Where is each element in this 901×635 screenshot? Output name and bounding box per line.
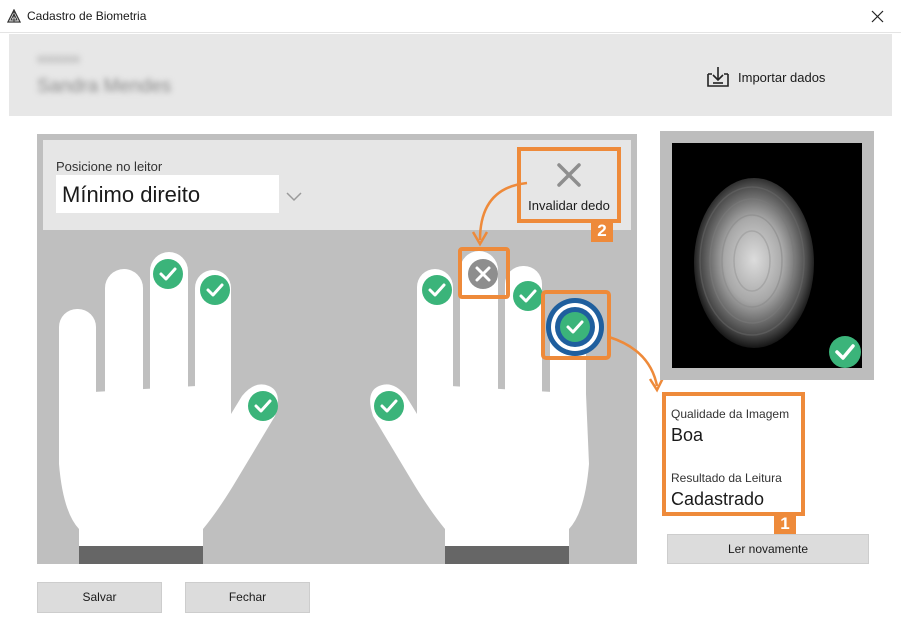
invalidate-finger-label: Invalidar dedo — [528, 198, 610, 213]
close-icon — [871, 10, 884, 23]
right-thumb[interactable] — [374, 391, 404, 421]
position-label: Posicione no leitor — [56, 159, 163, 174]
user-code: 0000000 — [37, 54, 80, 66]
import-data-button[interactable]: Importar dados — [706, 64, 856, 90]
finger-select-value: Mínimo direito — [62, 182, 201, 207]
callout-badge-1: 1 — [774, 513, 796, 535]
quality-label: Qualidade da Imagem — [671, 407, 790, 421]
check-circle-icon — [200, 275, 230, 305]
invalidate-finger-button[interactable]: Invalidar dedo — [517, 147, 621, 223]
quality-value: Boa — [671, 425, 704, 445]
check-circle-icon — [560, 312, 590, 342]
check-circle-icon — [829, 336, 861, 368]
read-result-value: Cadastrado — [671, 489, 765, 509]
window-title: Cadastro de Biometria — [27, 9, 147, 23]
fingerprint-preview — [660, 131, 874, 380]
finger-select[interactable]: Mínimo direito — [56, 175, 279, 213]
user-name: Sandra Mendes — [37, 76, 172, 97]
left-index-finger[interactable] — [200, 275, 230, 305]
check-circle-icon — [374, 391, 404, 421]
save-button[interactable]: Salvar — [37, 582, 162, 613]
check-circle-icon — [422, 275, 452, 305]
import-download-icon — [707, 67, 729, 87]
read-result-label: Resultado da Leitura — [671, 471, 782, 485]
title-bar: Cadastro de Biometria — [0, 0, 901, 33]
window-close-button[interactable] — [857, 0, 901, 33]
right-ring-finger[interactable] — [513, 281, 543, 311]
biometric-app-icon — [7, 9, 21, 23]
left-thumb[interactable] — [248, 391, 278, 421]
check-circle-icon — [513, 281, 543, 311]
check-circle-icon — [248, 391, 278, 421]
left-hand — [59, 252, 278, 564]
right-index-finger[interactable] — [422, 275, 452, 305]
check-circle-icon — [153, 259, 183, 289]
callout-badge-2: 2 — [591, 220, 613, 242]
user-header: 0000000 Sandra Mendes Importar dados — [9, 34, 892, 116]
x-mark-icon — [557, 163, 581, 187]
import-data-label: Importar dados — [738, 70, 826, 85]
left-middle-finger[interactable] — [153, 259, 183, 289]
read-again-button[interactable]: Ler novamente — [667, 534, 869, 564]
close-button[interactable]: Fechar — [185, 582, 310, 613]
chevron-down-icon[interactable] — [285, 190, 303, 202]
read-result-panel: Qualidade da Imagem Boa Resultado da Lei… — [662, 392, 805, 516]
